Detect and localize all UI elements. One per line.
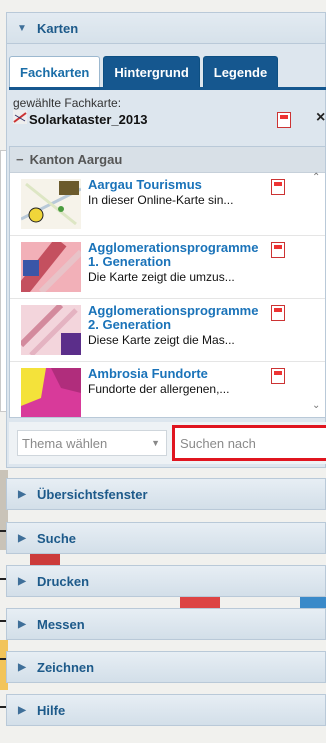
- chevron-right-icon: ▶: [18, 618, 26, 630]
- accordion-label: Zeichnen: [37, 659, 95, 675]
- accordion-label: Übersichtsfenster: [37, 486, 148, 502]
- group-kanton-aargau[interactable]: − Kanton Aargau: [10, 147, 325, 173]
- item-title: Agglomerationsprogramme 2. Generation: [88, 303, 259, 332]
- item-title: Agglomerationsprogramme 1. Generation: [88, 240, 259, 269]
- map-tabs: Fachkarten Hintergrund Legende: [9, 56, 281, 88]
- item-description: In dieser Online-Karte sin...: [88, 193, 234, 207]
- item-description: Fundorte der allergenen,...: [88, 382, 230, 396]
- tab-legende[interactable]: Legende: [202, 56, 279, 87]
- agglo-2-thumbnail: [21, 305, 81, 355]
- list-item-ambrosia[interactable]: Ambrosia Fundorte Fundorte der allergene…: [10, 362, 325, 417]
- list-item-agglo-1[interactable]: Agglomerationsprogramme 1. Generation Di…: [10, 236, 325, 299]
- accordion-zeichnen[interactable]: ▶ Zeichnen: [6, 651, 326, 683]
- accordion-karten-label: Karten: [37, 20, 79, 36]
- accordion-suche[interactable]: ▶ Suche: [6, 522, 326, 554]
- scroll-up-icon[interactable]: ⌃: [312, 172, 320, 183]
- accordion-label: Suche: [37, 530, 77, 546]
- accordion-drucken[interactable]: ▶ Drucken: [6, 565, 326, 597]
- chevron-right-icon: ▶: [18, 532, 26, 544]
- map-thumbnail-icon: [13, 110, 27, 124]
- list-scrollbar[interactable]: ⌃ ⌄: [310, 172, 324, 417]
- selected-map-label: gewählte Fachkarte:: [13, 96, 122, 110]
- selected-map-value: Solarkataster_2013: [29, 112, 148, 127]
- item-description: Die Karte zeigt die umzus...: [88, 270, 235, 284]
- map-list: − Kanton Aargau Aargau Tourismus In dies…: [9, 146, 326, 418]
- chevron-down-icon: ▼: [17, 22, 27, 34]
- pdf-icon[interactable]: [271, 179, 285, 195]
- search-input[interactable]: [180, 432, 320, 454]
- ambrosia-thumbnail: [21, 368, 81, 417]
- accordion-label: Hilfe: [37, 702, 66, 718]
- chevron-right-icon: ▶: [18, 488, 26, 500]
- accordion-karten[interactable]: ▼ Karten: [6, 12, 326, 44]
- pdf-icon[interactable]: [271, 242, 285, 258]
- scroll-down-icon[interactable]: ⌄: [312, 400, 320, 411]
- chevron-right-icon: ▶: [18, 575, 26, 587]
- close-icon[interactable]: ×: [316, 109, 325, 127]
- agglo-1-thumbnail: [21, 242, 81, 292]
- chevron-right-icon: ▶: [18, 661, 26, 673]
- accordion-label: Drucken: [37, 573, 90, 589]
- list-item-aargau-tourismus[interactable]: Aargau Tourismus In dieser Online-Karte …: [10, 173, 325, 236]
- selected-map: gewählte Fachkarte: Solarkataster_2013 ×: [13, 96, 326, 136]
- filter-row: Thema wählen ▼: [9, 422, 326, 464]
- theme-select[interactable]: Thema wählen ▼: [17, 430, 167, 456]
- chevron-right-icon: ▶: [18, 704, 26, 716]
- accordion-label: Messen: [37, 616, 85, 632]
- item-title: Aargau Tourismus: [88, 177, 202, 192]
- accordion-uebersichtsfenster[interactable]: ▶ Übersichtsfenster: [6, 478, 326, 510]
- item-description: Diese Karte zeigt die Mas...: [88, 333, 235, 347]
- item-title: Ambrosia Fundorte: [88, 366, 208, 381]
- collapse-icon: −: [16, 152, 24, 167]
- tab-fachkarten[interactable]: Fachkarten: [9, 56, 101, 87]
- pdf-icon[interactable]: [271, 305, 285, 321]
- group-label: Kanton Aargau: [29, 152, 123, 167]
- aargau-tourismus-thumbnail: [21, 179, 81, 229]
- tab-hintergrund[interactable]: Hintergrund: [103, 56, 200, 87]
- theme-select-value: Thema wählen: [22, 435, 108, 451]
- pdf-icon[interactable]: [277, 112, 291, 128]
- pdf-icon[interactable]: [271, 368, 285, 384]
- accordion-messen[interactable]: ▶ Messen: [6, 608, 326, 640]
- search-highlight: [172, 425, 326, 461]
- list-item-agglo-2[interactable]: Agglomerationsprogramme 2. Generation Di…: [10, 299, 325, 362]
- chevron-down-icon: ▼: [151, 438, 160, 448]
- tab-underline: [9, 87, 326, 90]
- accordion-hilfe[interactable]: ▶ Hilfe: [6, 694, 326, 726]
